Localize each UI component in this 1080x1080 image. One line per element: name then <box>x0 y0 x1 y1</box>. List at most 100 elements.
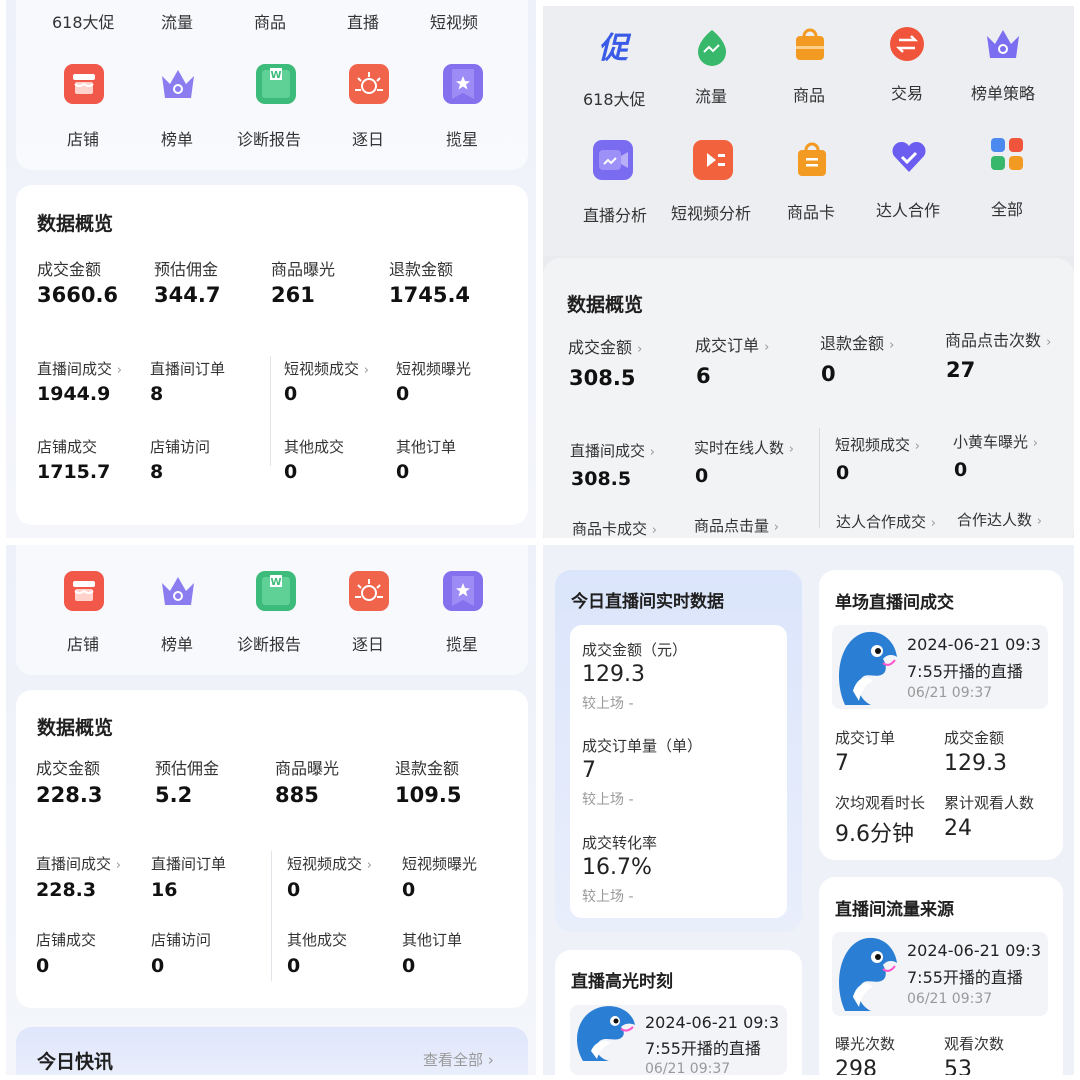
promo-icon[interactable]: 促 <box>593 26 633 66</box>
shop-icon[interactable] <box>64 571 104 611</box>
live-sales-label[interactable]: 直播间成交 › <box>36 853 121 874</box>
metric-label[interactable]: 短视频成交 › <box>835 434 920 455</box>
metric-label: 退款金额 <box>395 759 460 778</box>
svg-text:W: W <box>270 577 281 588</box>
sun-icon[interactable] <box>349 571 389 611</box>
metric-label[interactable]: 直播间成交 › <box>570 440 655 461</box>
star-icon[interactable] <box>443 64 483 104</box>
metric-label[interactable]: 商品点击次数 › <box>945 327 1051 351</box>
grid-icon[interactable] <box>987 134 1027 174</box>
icon-label-star: 揽星 <box>446 130 479 149</box>
tool-label: 商品卡 <box>787 203 836 222</box>
live-sales-label[interactable]: 直播间成交 › <box>37 358 122 379</box>
metric-label[interactable]: 实时在线人数 › <box>694 437 794 458</box>
single-stat-label: 累计观看人数 <box>944 794 1035 812</box>
crown-icon[interactable] <box>983 24 1023 64</box>
traffic-stat-value: 53 <box>944 1057 972 1075</box>
metric-label: 退款金额 <box>389 260 454 279</box>
overview-title: 数据概览 <box>37 717 114 739</box>
traffic-icon[interactable] <box>692 26 732 66</box>
panel-top-right: 促 618大促 流量 商品 交易 榜单策略 直播分析 短视频分析 商品卡 达人合… <box>543 6 1074 538</box>
dolphin-avatar <box>833 931 901 1025</box>
video-icon[interactable] <box>693 140 733 180</box>
exchange-icon[interactable] <box>887 24 927 64</box>
tool-goods-label[interactable]: 商品 <box>254 9 286 33</box>
traffic-line2: 7:55开播的直播 <box>907 968 1023 987</box>
tool-short-video-label[interactable]: 短视频 <box>430 9 478 33</box>
tool-live-label[interactable]: 直播 <box>347 9 379 33</box>
svg-text:促: 促 <box>598 31 632 66</box>
single-stat-label: 成交金额 <box>944 729 1005 747</box>
highlight-title: 直播高光时刻 <box>571 972 673 992</box>
grid-value: 0 <box>284 461 298 483</box>
metric-label[interactable]: 达人合作成交 › <box>836 511 936 532</box>
tool-label: 全部 <box>991 200 1024 219</box>
panel-top-left: 618大促 流量 商品 直播 短视频 W 店铺 榜单 诊断报告 逐日 揽星 数据… <box>6 0 536 538</box>
product-card-icon[interactable] <box>792 140 832 180</box>
grid-value: 0 <box>287 879 301 901</box>
traffic-stat-label: 观看次数 <box>944 1035 1005 1053</box>
sun-icon[interactable] <box>349 64 389 104</box>
metric-label[interactable]: 合作达人数 › <box>957 509 1042 530</box>
live-icon[interactable] <box>593 140 633 180</box>
tool-label: 流量 <box>695 87 728 106</box>
realtime-compare: 较上场 - <box>582 696 634 712</box>
metric-label[interactable]: 商品点击量 › <box>694 515 779 536</box>
bag-icon[interactable] <box>790 24 830 64</box>
icon-label-daily: 逐日 <box>352 635 385 654</box>
report-icon[interactable]: W <box>256 64 296 104</box>
grid-value: 8 <box>150 461 164 483</box>
grid-label: 其他订单 <box>402 931 463 949</box>
grid-value: 0 <box>284 383 298 405</box>
metric-value: 5.2 <box>155 783 193 807</box>
grid-label: 直播间订单 <box>150 360 226 378</box>
overview-title: 数据概览 <box>567 294 644 316</box>
single-stat-label: 次均观看时长 <box>835 794 926 812</box>
icon-label-daily: 逐日 <box>352 130 385 149</box>
metric-value: 6 <box>696 364 711 388</box>
divider <box>270 356 271 466</box>
metric-label[interactable]: 商品卡成交 › <box>572 518 657 538</box>
metric-value: 27 <box>946 358 976 382</box>
grid-label: 直播间订单 <box>151 855 227 873</box>
grid-value: 8 <box>150 383 164 405</box>
tool-label: 618大促 <box>583 90 646 109</box>
shop-icon[interactable] <box>64 64 104 104</box>
realtime-label: 成交订单量（单） <box>582 737 703 755</box>
single-stat-value: 7 <box>835 751 849 776</box>
crown-icon[interactable] <box>158 571 198 611</box>
panel-bottom-right: 今日直播间实时数据 成交金额（元） 129.3 较上场 - 成交订单量（单） 7… <box>543 545 1074 1075</box>
metric-value: 308.5 <box>571 468 632 490</box>
metric-label[interactable]: 成交订单 › <box>695 332 769 356</box>
metric-value: 0 <box>954 459 968 481</box>
grid-label: 店铺成交 <box>37 438 98 456</box>
highlight-time: 06/21 09:37 <box>645 1061 731 1075</box>
metric-label[interactable]: 成交金额 › <box>568 334 642 358</box>
metric-label[interactable]: 退款金额 › <box>820 330 894 354</box>
single-line2: 7:55开播的直播 <box>907 662 1023 681</box>
traffic-time: 06/21 09:37 <box>907 991 993 1007</box>
view-all-link[interactable]: 查看全部 › <box>423 1049 494 1070</box>
realtime-compare: 较上场 - <box>582 889 634 905</box>
panel-bottom-left: W 店铺 榜单 诊断报告 逐日 揽星 数据概览 成交金额 预估佣金 商品曝光 退… <box>6 545 536 1075</box>
dolphin-avatar <box>833 625 901 719</box>
tool-618-label[interactable]: 618大促 <box>52 9 115 33</box>
grid-label: 短视频曝光 <box>402 855 478 873</box>
grid-value: 1944.9 <box>37 383 111 405</box>
icon-label-report: 诊断报告 <box>237 130 302 149</box>
metric-value: 0 <box>836 462 850 484</box>
tool-traffic-label[interactable]: 流量 <box>161 9 193 33</box>
short-video-sales-label[interactable]: 短视频成交 › <box>287 853 372 874</box>
metric-value: 0 <box>821 362 836 386</box>
traffic-line1: 2024-06-21 09:3 <box>907 941 1041 960</box>
single-stat-label: 成交订单 <box>835 729 896 747</box>
short-video-sales-label[interactable]: 短视频成交 › <box>284 358 369 379</box>
report-icon[interactable]: W <box>256 571 296 611</box>
metric-value: 0 <box>695 465 709 487</box>
star-icon[interactable] <box>443 571 483 611</box>
heart-icon[interactable] <box>889 136 929 176</box>
grid-value: 16 <box>151 879 178 901</box>
grid-label: 其他成交 <box>287 931 348 949</box>
metric-label[interactable]: 小黄车曝光 › <box>953 431 1038 452</box>
crown-icon[interactable] <box>158 64 198 104</box>
